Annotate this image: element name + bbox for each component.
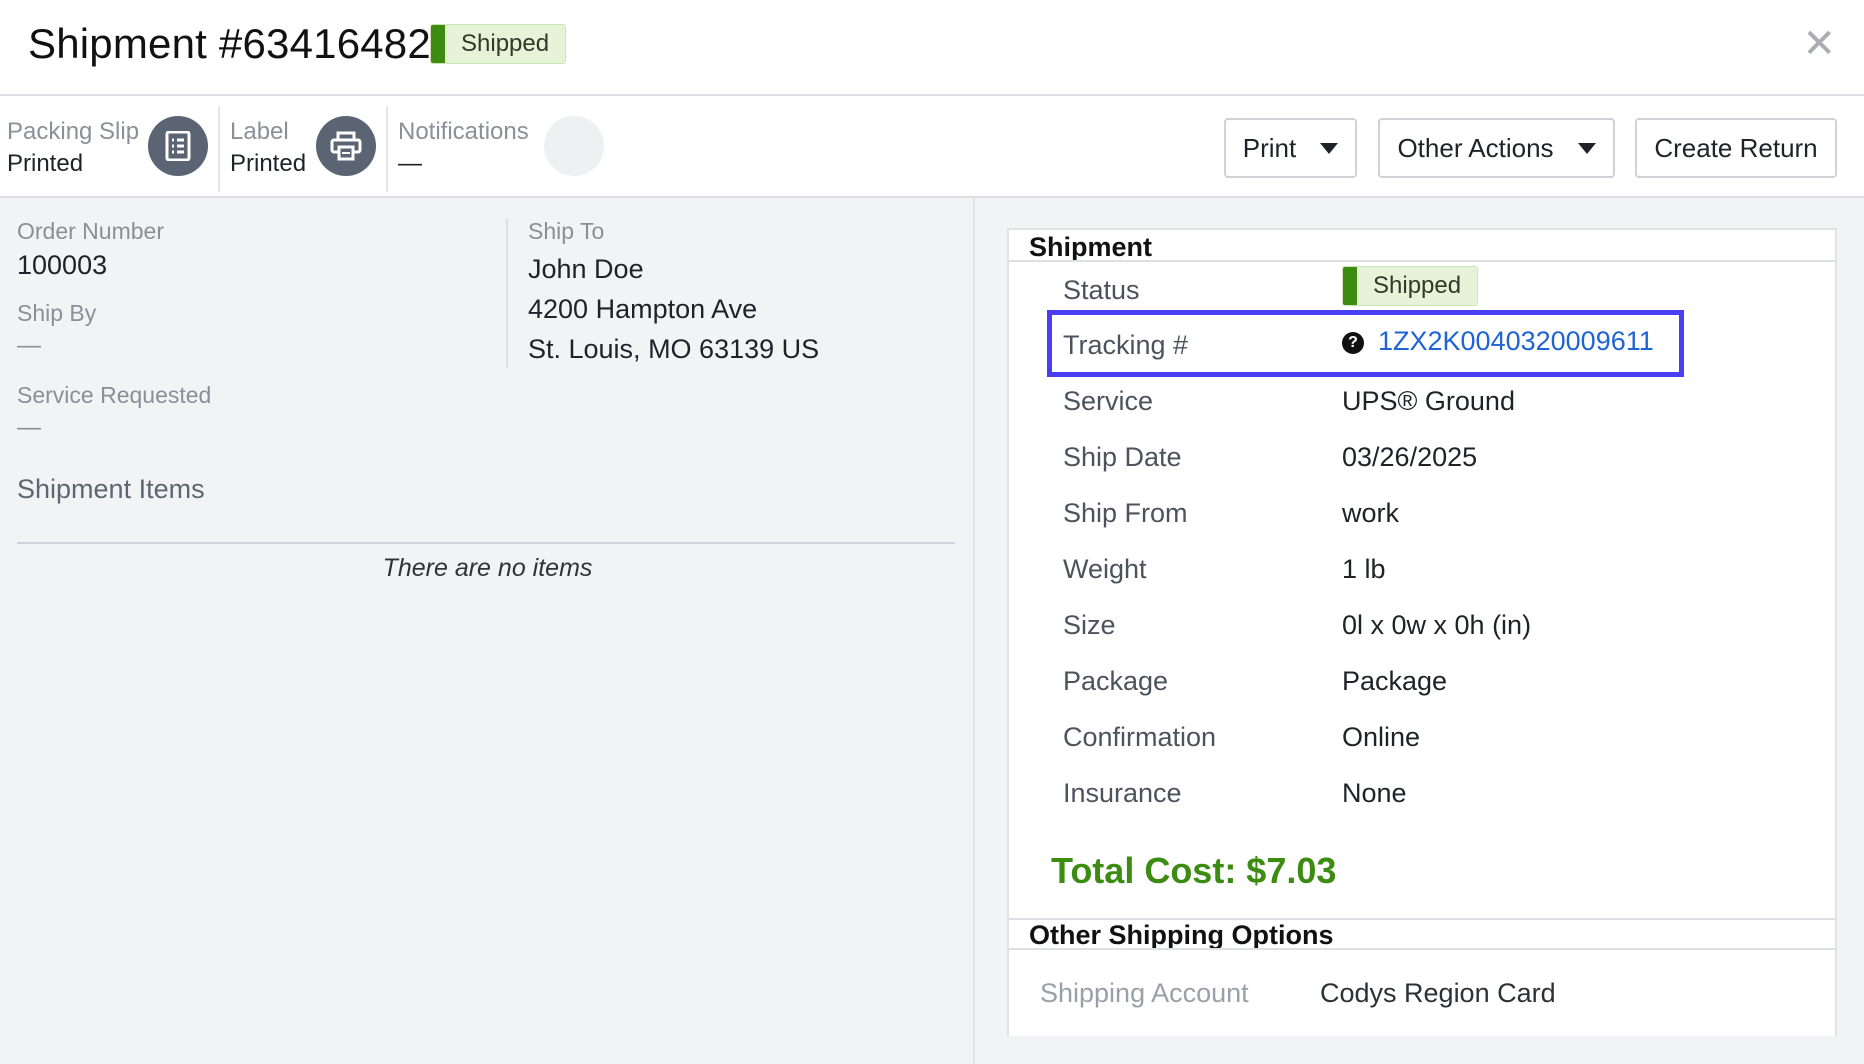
ship-to-city: St. Louis, MO 63139 US [528,334,820,364]
shipment-card: Shipment Status Shipped Tracking # ? 1ZX… [1007,228,1837,1036]
confirmation-label: Confirmation [1063,722,1217,752]
card-divider [1009,260,1835,262]
service-requested-value: — [17,414,41,441]
caret-down-icon [1577,142,1596,154]
service-label: Service [1063,386,1154,416]
status-badge-label: Shipped [461,30,550,57]
card-divider [1009,948,1835,950]
print-button[interactable]: Print [1224,118,1357,178]
ship-date-label: Ship Date [1063,442,1182,472]
label-value: Printed [230,150,307,177]
items-divider [17,542,955,544]
status-badge: Shipped [430,24,567,64]
insurance-label: Insurance [1063,778,1182,808]
tracking-label: Tracking # [1063,330,1189,360]
ship-date-value: 03/26/2025 [1342,442,1478,472]
status-badge-bar [431,25,445,63]
close-icon[interactable]: ✕ [1802,24,1836,64]
weight-value: 1 lb [1342,554,1386,584]
packing-slip-value: Printed [7,150,84,177]
printer-icon[interactable] [316,116,376,176]
insurance-value: None [1342,778,1407,808]
total-cost: Total Cost: $7.03 [1051,850,1337,891]
ship-from-label: Ship From [1063,498,1188,528]
shipment-items-heading: Shipment Items [17,474,205,504]
toolbar: Packing Slip Printed Label Printed Notif… [0,96,1864,198]
print-button-label: Print [1242,132,1297,163]
modal-header: Shipment #63416482 Shipped ✕ [0,0,1864,96]
notifications-icon[interactable] [544,116,604,176]
notifications-label: Notifications [398,118,529,145]
packing-slip-label: Packing Slip [7,118,140,145]
packing-slip-status: Packing Slip Printed [0,96,218,198]
label-status: Label Printed [220,96,386,198]
ship-by-value: — [17,332,41,359]
ship-by-label: Ship By [17,300,97,326]
notifications-status: Notifications — [388,96,618,198]
size-label: Size [1063,610,1116,640]
order-number-value: 100003 [17,250,108,280]
size-value: 0l x 0w x 0h (in) [1342,610,1532,640]
order-details-panel: Order Number 100003 Ship By — Service Re… [0,198,975,1064]
other-actions-label: Other Actions [1397,132,1554,163]
tracking-number-link[interactable]: 1ZX2K0040320009611 [1378,326,1654,357]
document-list-icon[interactable] [148,116,208,176]
ship-to-name: John Doe [528,254,644,284]
package-label: Package [1063,666,1169,696]
order-number-label: Order Number [17,218,164,244]
shipping-account-label: Shipping Account [1040,978,1249,1008]
status-badge-bar [1343,267,1357,305]
other-shipping-options-heading: Other Shipping Options [1029,920,1334,950]
status-badge-label: Shipped [1373,272,1462,299]
ship-from-value: work [1342,498,1400,528]
create-return-button[interactable]: Create Return [1635,118,1837,178]
package-value: Package [1342,666,1448,696]
page-title: Shipment #63416482 [28,20,431,67]
label-label: Label [230,118,289,145]
status-label: Status [1063,275,1140,305]
shipment-status-badge: Shipped [1342,266,1479,306]
notifications-value: — [398,150,422,177]
confirmation-value: Online [1342,722,1421,752]
ship-to-label: Ship To [528,218,605,244]
column-divider [506,218,508,368]
service-requested-label: Service Requested [17,382,212,408]
ship-to-street: 4200 Hampton Ave [528,294,758,324]
service-value: UPS® Ground [1342,386,1515,416]
shipping-account-value: Codys Region Card [1320,978,1556,1008]
caret-down-icon [1320,142,1339,154]
weight-label: Weight [1063,554,1147,584]
shipment-heading: Shipment [1029,232,1153,262]
help-icon[interactable]: ? [1342,332,1364,354]
other-actions-button[interactable]: Other Actions [1378,118,1615,178]
items-empty-message: There are no items [382,554,593,582]
